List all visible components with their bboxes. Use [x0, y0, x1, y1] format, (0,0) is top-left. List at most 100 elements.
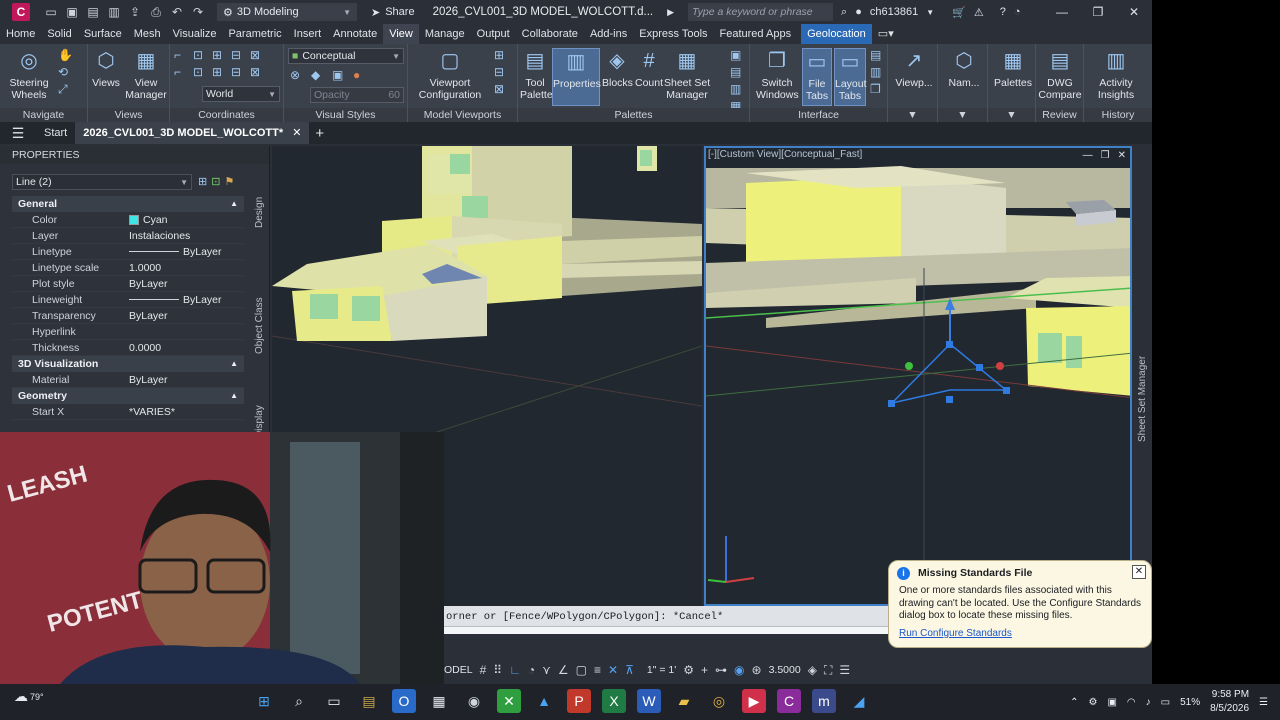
ucs-prev-icon[interactable]: ⊞	[212, 48, 228, 62]
prop-row-thickness[interactable]: Thickness 0.0000	[12, 340, 244, 356]
new-file-icon[interactable]: ▭	[44, 5, 58, 19]
hardware-accel-icon[interactable]: ⊛	[752, 663, 762, 677]
clean-screen-icon[interactable]: ⛶	[824, 663, 832, 678]
side-tab-object-class[interactable]: Object Class	[254, 297, 265, 354]
ribbon-tab-visualize[interactable]: Visualize	[167, 24, 223, 44]
section-general[interactable]: General ▲	[12, 196, 244, 212]
ucs-object-icon[interactable]: ⊠	[250, 48, 266, 62]
calculator-icon[interactable]: ▥	[730, 82, 744, 96]
prop-row-lineweight[interactable]: Lineweight ByLayer	[12, 292, 244, 308]
prop-row-start-x[interactable]: Start X *VARIES*	[12, 404, 244, 420]
cart-icon[interactable]: 🛒	[952, 6, 966, 19]
ribbon-tab-featured-apps[interactable]: Featured Apps	[714, 24, 798, 44]
redo-icon[interactable]: ↷	[191, 5, 205, 19]
pdf-icon[interactable]: P	[567, 689, 591, 713]
ucs-3point-icon[interactable]: ⊟	[231, 65, 247, 79]
ucs-icon[interactable]: ⌐	[174, 48, 190, 62]
viewport-right[interactable]: [-][Custom View][Conceptual_Fast] — ❐ ✕	[704, 146, 1132, 606]
ucs-view-icon[interactable]: ⌐	[174, 65, 190, 79]
new-tab-icon[interactable]: +	[315, 125, 324, 142]
prop-row-material[interactable]: Material ByLayer	[12, 372, 244, 388]
isolate-icon[interactable]: ◉	[734, 663, 744, 677]
start-tab[interactable]: Start	[36, 122, 75, 144]
ribbon-tab-add-ins[interactable]: Add-ins	[584, 24, 633, 44]
ortho-icon[interactable]: ∟	[509, 663, 521, 677]
ribbon-tab-geolocation[interactable]: Geolocation	[801, 24, 872, 44]
layout-tabs-button[interactable]: ▭ Layout Tabs	[834, 48, 867, 106]
object-snap-icon[interactable]: ▢	[576, 663, 587, 677]
named-viewport-icon[interactable]: ⊞	[494, 48, 508, 62]
model-space-button[interactable]: ODEL	[444, 664, 473, 676]
properties-button[interactable]: ▥ Properties	[552, 48, 601, 106]
viewport-maximize-icon[interactable]: ❐	[1101, 150, 1110, 161]
wifi-icon[interactable]: ◠	[1127, 697, 1136, 708]
ucs-x-icon[interactable]: ⊠	[250, 65, 266, 79]
word-icon[interactable]: W	[637, 689, 661, 713]
ribbon-tab-mesh[interactable]: Mesh	[128, 24, 167, 44]
named-views-caret[interactable]: ▼	[938, 108, 987, 122]
save-icon[interactable]: ▤	[86, 5, 100, 19]
prop-row-plot-style[interactable]: Plot style ByLayer	[12, 276, 244, 292]
folder-icon[interactable]: ▰	[672, 689, 696, 713]
undo-icon[interactable]: ↶	[170, 5, 184, 19]
named-views-button[interactable]: ⬡ Nam...	[942, 48, 986, 89]
ribbon-tab-manage[interactable]: Manage	[419, 24, 471, 44]
customization-icon[interactable]: ☰	[839, 663, 850, 677]
viewport-tools-button[interactable]: ↗ Viewp...	[892, 48, 936, 89]
meld-icon[interactable]: m	[812, 689, 836, 713]
upload-icon[interactable]: ⇪	[128, 5, 142, 19]
help-icon[interactable]: ?	[1000, 6, 1006, 18]
prop-row-linetype-scale[interactable]: Linetype scale 1.0000	[12, 260, 244, 276]
viewport-close-icon[interactable]: ✕	[1118, 150, 1126, 161]
orbit-icon[interactable]: ⟲	[58, 65, 72, 79]
switch-windows-button[interactable]: ❐ Switch Windows	[756, 48, 799, 101]
tool-palettes-button[interactable]: ▤ Tool Palettes	[520, 48, 558, 101]
design-center-icon[interactable]: ▣	[730, 48, 744, 62]
outlook-icon[interactable]: O	[392, 689, 416, 713]
selection-dropdown[interactable]: Line (2) ▼	[12, 174, 192, 190]
ribbon-tab-parametric[interactable]: Parametric	[222, 24, 287, 44]
activity-insights-button[interactable]: ▥ Activity Insights	[1086, 48, 1146, 101]
isodraft-icon[interactable]: ⋎	[542, 663, 551, 677]
ucs-face-icon[interactable]: ⊟	[231, 48, 247, 62]
panel-title-coordinates[interactable]: Coordinates	[170, 108, 283, 122]
view-icon[interactable]: ◈	[808, 663, 817, 677]
dwg-compare-button[interactable]: ▤ DWG Compare	[1038, 48, 1082, 101]
save-as-icon[interactable]: ▥	[107, 5, 121, 19]
ribbon-tab-express-tools[interactable]: Express Tools	[633, 24, 713, 44]
store-icon[interactable]: ▦	[427, 689, 451, 713]
volume-icon[interactable]: ♪	[1146, 697, 1151, 708]
steering-wheels-button[interactable]: ◎ Steering Wheels	[6, 48, 52, 101]
sheet-set-manager-tab[interactable]: Sheet Set Manager	[1134, 146, 1152, 606]
user-name[interactable]: ch613861	[870, 6, 918, 18]
autodesk-account-icon[interactable]: ◔	[1014, 6, 1021, 18]
ribbon-display-options-icon[interactable]: ▭▾	[872, 24, 900, 44]
cascade-icon[interactable]: ❐	[870, 82, 884, 96]
civil3d-icon[interactable]: C	[777, 689, 801, 713]
ucs-origin-icon[interactable]: ⊡	[193, 65, 209, 79]
view-manager-button[interactable]: ▦ View Manager	[124, 48, 168, 101]
count-button[interactable]: # Count	[634, 48, 664, 89]
photos-icon[interactable]: ▲	[532, 689, 556, 713]
network-icon[interactable]: ⚙	[1088, 697, 1097, 708]
file-tabs-button[interactable]: ▭ File Tabs	[802, 48, 832, 106]
visual-style-dropdown[interactable]: ■ Conceptual ▼	[288, 48, 404, 64]
xray-icon[interactable]: ▣	[332, 68, 350, 82]
viewport-tools-caret[interactable]: ▼	[888, 108, 937, 122]
snap-icon[interactable]: ⠿	[493, 663, 502, 677]
workspace-dropdown[interactable]: ⚙ 3D Modeling ▼	[217, 3, 357, 21]
ribbon-tab-insert[interactable]: Insert	[288, 24, 328, 44]
units-icon[interactable]: ⊶	[715, 663, 727, 677]
restore-icon[interactable]: ❐	[1080, 0, 1116, 24]
tray-chevron-icon[interactable]: ⌃	[1070, 697, 1078, 708]
panel-title-visual-styles[interactable]: Visual Styles	[284, 108, 407, 122]
viewport-minimize-icon[interactable]: —	[1083, 150, 1093, 161]
ribbon-tab-home[interactable]: Home	[0, 24, 41, 44]
excel-icon[interactable]: X	[602, 689, 626, 713]
prop-row-hyperlink[interactable]: Hyperlink	[12, 324, 244, 340]
clock[interactable]: 9:58 PM 8/5/2026	[1210, 688, 1249, 716]
panel-title-palettes[interactable]: Palettes	[518, 108, 749, 122]
side-tab-design[interactable]: Design	[254, 197, 265, 228]
windows-start-icon[interactable]: ⊞	[252, 689, 276, 713]
restore-viewport-icon[interactable]: ⊠	[494, 82, 508, 96]
